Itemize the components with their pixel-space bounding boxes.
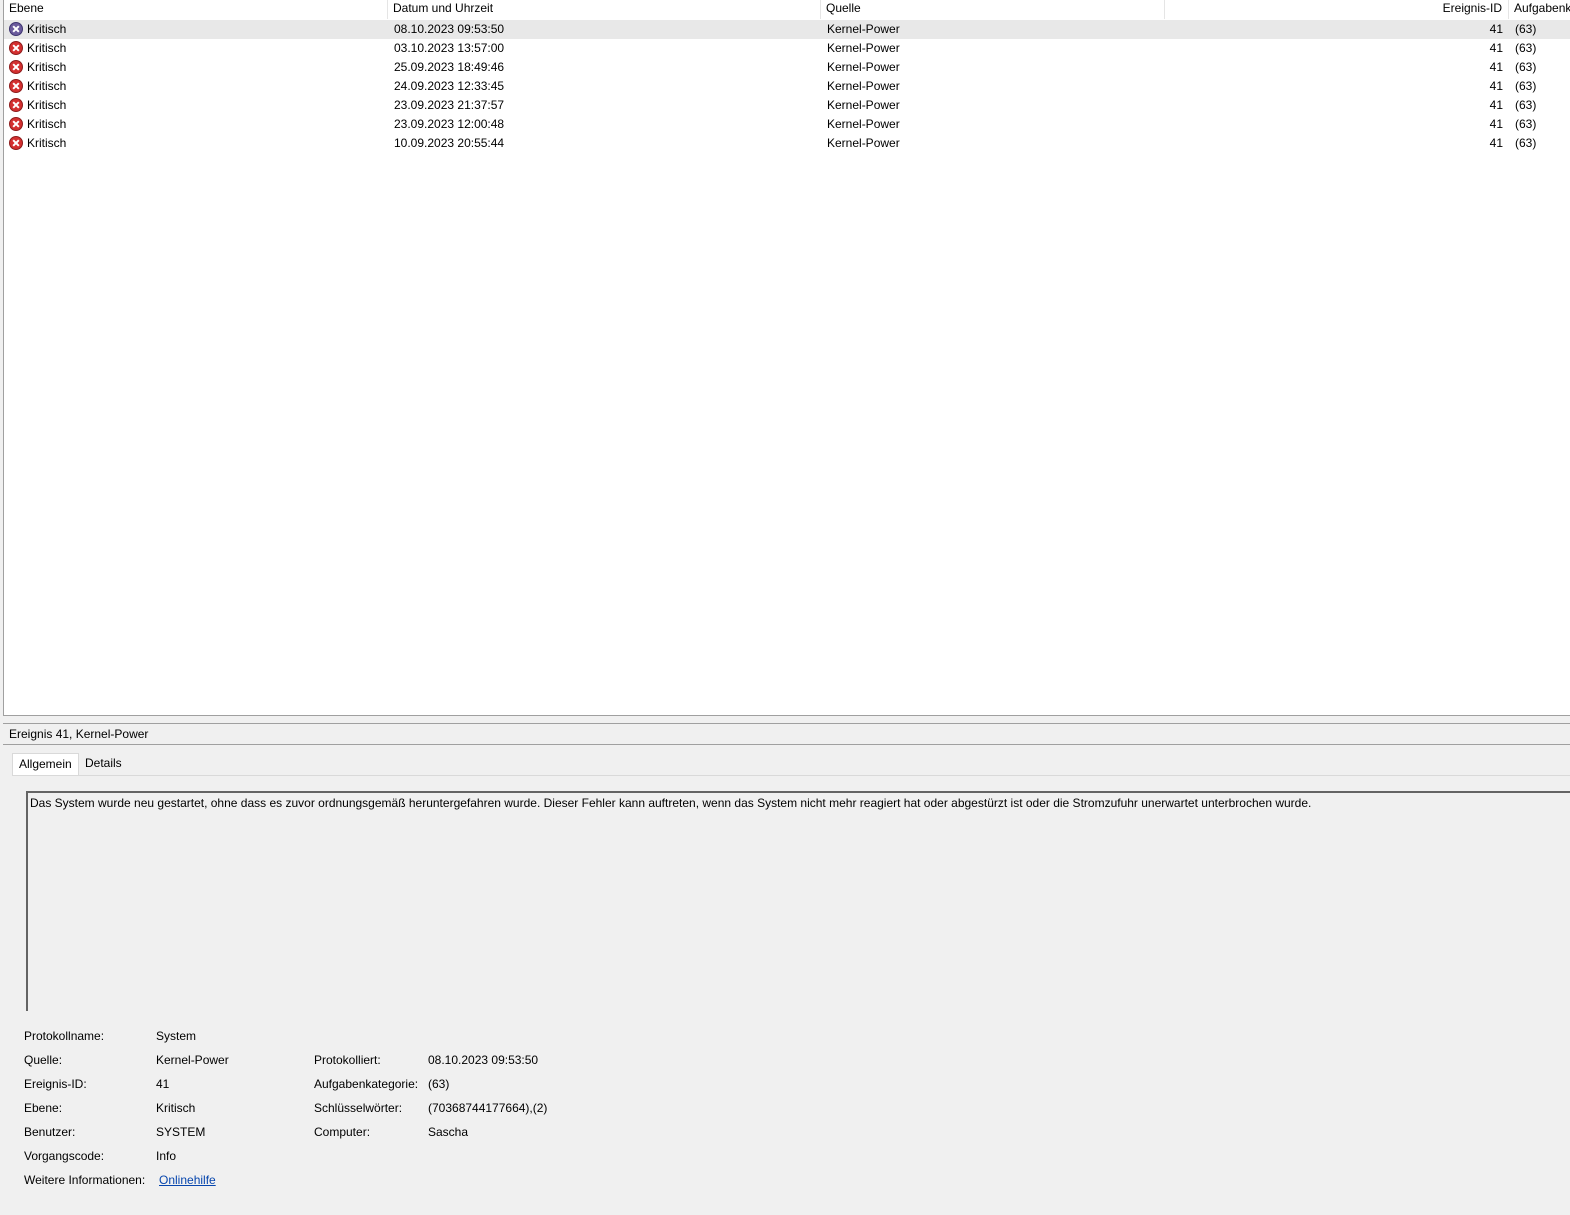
level-value: Kritisch	[156, 1101, 196, 1115]
row-level: Kritisch	[27, 136, 67, 150]
critical-error-icon	[9, 22, 23, 36]
row-datetime: 23.09.2023 21:37:57	[394, 98, 505, 112]
opcode-value: Info	[156, 1149, 177, 1163]
row-source: Kernel-Power	[827, 41, 900, 55]
row-datetime: 10.09.2023 20:55:44	[394, 136, 505, 150]
row-event-id: 41	[1489, 117, 1503, 131]
online-help-link[interactable]: Onlinehilfe	[159, 1172, 216, 1188]
row-task-category: (63)	[1515, 60, 1537, 74]
log-name-label: Protokollname:	[24, 1029, 105, 1043]
column-header-source[interactable]: Quelle	[821, 0, 1165, 19]
logged-label: Protokolliert:	[314, 1053, 381, 1067]
event-row[interactable]: Kritisch 23.09.2023 21:37:57 Kernel-Power 4…	[4, 96, 1570, 115]
row-task-category: (63)	[1515, 98, 1537, 112]
list-header: Ebene Datum und Uhrzeit Quelle Ereignis-…	[4, 0, 1570, 19]
critical-error-icon	[9, 136, 23, 150]
tab-general[interactable]: Allgemein	[12, 753, 79, 775]
event-row[interactable]: Kritisch 10.09.2023 20:55:44 Kernel-Power 4…	[4, 134, 1570, 153]
level-label: Ebene:	[24, 1101, 63, 1115]
critical-error-icon	[9, 41, 23, 55]
row-task-category: (63)	[1515, 79, 1537, 93]
row-event-id: 41	[1489, 136, 1503, 150]
row-level: Kritisch	[27, 60, 67, 74]
column-header-event-id[interactable]: Ereignis-ID	[1165, 0, 1509, 19]
row-event-id: 41	[1489, 60, 1503, 74]
critical-error-icon	[9, 98, 23, 112]
logged-value: 08.10.2023 09:53:50	[428, 1053, 539, 1067]
row-source: Kernel-Power	[827, 79, 900, 93]
column-header-task-category[interactable]: Aufgabenkategorie	[1509, 0, 1570, 19]
row-source: Kernel-Power	[827, 22, 900, 36]
row-task-category: (63)	[1515, 41, 1537, 55]
source-label: Quelle:	[24, 1053, 63, 1067]
keywords-label: Schlüsselwörter:	[314, 1101, 403, 1115]
row-task-category: (63)	[1515, 136, 1537, 150]
row-datetime: 08.10.2023 09:53:50	[394, 22, 505, 36]
opcode-label: Vorgangscode:	[24, 1149, 105, 1163]
row-source: Kernel-Power	[827, 60, 900, 74]
row-event-id: 41	[1489, 79, 1503, 93]
event-list[interactable]: Ebene Datum und Uhrzeit Quelle Ereignis-…	[3, 0, 1570, 716]
task-category-value: (63)	[428, 1077, 450, 1091]
computer-label: Computer:	[314, 1125, 371, 1139]
critical-error-icon	[9, 79, 23, 93]
column-header-level[interactable]: Ebene	[4, 0, 388, 19]
row-level: Kritisch	[27, 22, 67, 36]
row-datetime: 03.10.2023 13:57:00	[394, 41, 505, 55]
log-name-value: System	[156, 1029, 197, 1043]
row-datetime: 23.09.2023 12:00:48	[394, 117, 505, 131]
task-category-label: Aufgabenkategorie:	[314, 1077, 419, 1091]
row-source: Kernel-Power	[827, 98, 900, 112]
critical-error-icon	[9, 117, 23, 131]
critical-error-icon	[9, 60, 23, 74]
computer-value: Sascha	[428, 1125, 469, 1139]
keywords-value: (70368744177664),(2)	[428, 1101, 548, 1115]
row-event-id: 41	[1489, 22, 1503, 36]
user-value: SYSTEM	[156, 1125, 206, 1139]
event-description[interactable]: Das System wurde neu gestartet, ohne das…	[26, 791, 1570, 1011]
event-row[interactable]: Kritisch 25.09.2023 18:49:46 Kernel-Power 4…	[4, 58, 1570, 77]
event-row[interactable]: Kritisch 23.09.2023 12:00:48 Kernel-Power 4…	[4, 115, 1570, 134]
source-value: Kernel-Power	[156, 1053, 229, 1067]
user-label: Benutzer:	[24, 1125, 76, 1139]
event-row[interactable]: Kritisch 08.10.2023 09:53:50 Kernel-Power 4…	[4, 20, 1570, 39]
row-task-category: (63)	[1515, 117, 1537, 131]
event-row[interactable]: Kritisch 03.10.2023 13:57:00 Kernel-Power 4…	[4, 39, 1570, 58]
row-level: Kritisch	[27, 117, 67, 131]
row-datetime: 25.09.2023 18:49:46	[394, 60, 505, 74]
row-event-id: 41	[1489, 98, 1503, 112]
tab-details[interactable]: Details	[79, 753, 128, 775]
event-detail-title: Ereignis 41, Kernel-Power	[3, 723, 1570, 745]
row-level: Kritisch	[27, 41, 67, 55]
column-header-datetime[interactable]: Datum und Uhrzeit	[388, 0, 821, 19]
more-info-label: Weitere Informationen:	[24, 1173, 146, 1187]
event-id-value: 41	[156, 1077, 170, 1091]
row-level: Kritisch	[27, 98, 67, 112]
row-task-category: (63)	[1515, 22, 1537, 36]
row-source: Kernel-Power	[827, 136, 900, 150]
row-datetime: 24.09.2023 12:33:45	[394, 79, 505, 93]
row-level: Kritisch	[27, 79, 67, 93]
row-event-id: 41	[1489, 41, 1503, 55]
event-row[interactable]: Kritisch 24.09.2023 12:33:45 Kernel-Power 4…	[4, 77, 1570, 96]
event-id-label: Ereignis-ID:	[24, 1077, 87, 1091]
row-source: Kernel-Power	[827, 117, 900, 131]
